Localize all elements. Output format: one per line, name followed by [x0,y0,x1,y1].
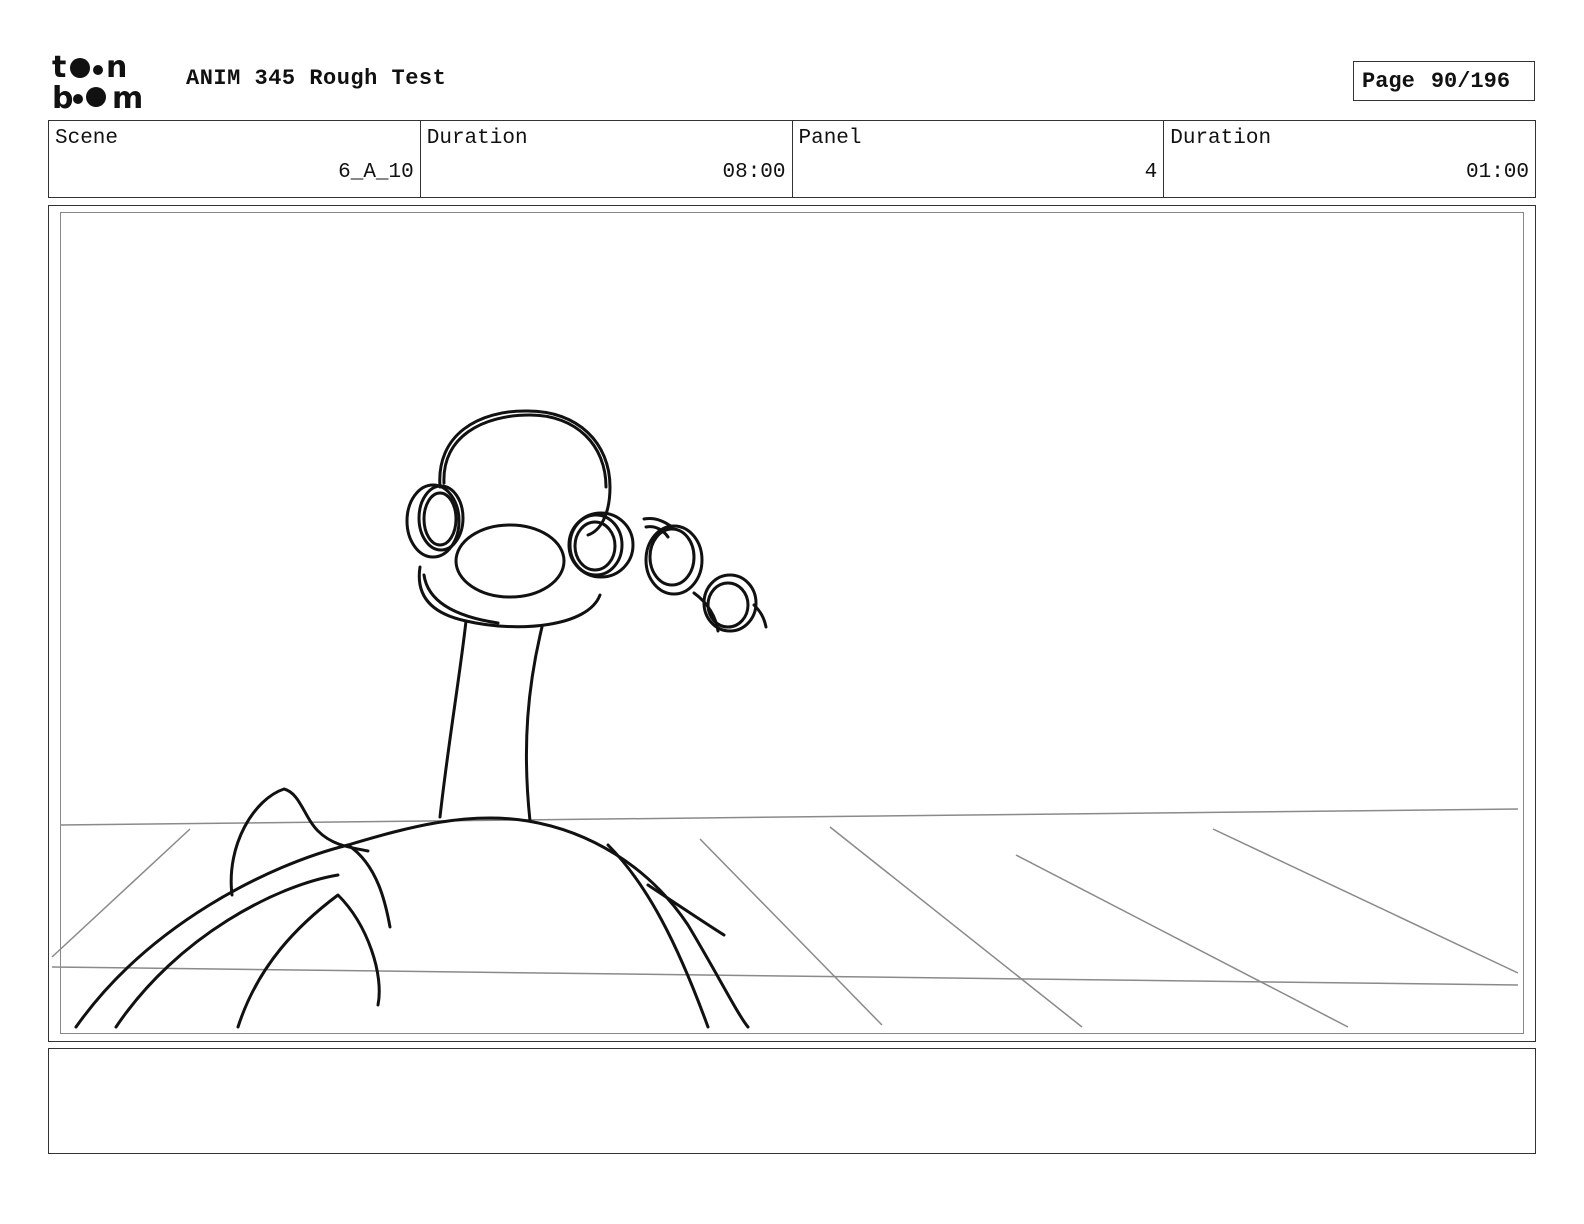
character-sketch [74,409,768,1029]
svg-text:m: m [112,81,143,110]
panel-label: Panel [798,127,862,150]
panel-sketch-drawing [51,409,1519,1029]
page-indicator: Page 90/196 [1353,61,1535,101]
scene-info-table: Scene 6_A_10 Duration 08:00 Panel 4 Dura… [48,120,1536,198]
panel-notes-box[interactable] [48,1048,1536,1154]
scene-cell: Scene 6_A_10 [49,121,421,197]
svg-text:b: b [52,81,73,110]
scene-duration-cell: Duration 08:00 [421,121,793,197]
scene-duration-label: Duration [426,127,528,150]
project-title: ANIM 345 Rough Test [186,66,447,91]
panel-duration-label: Duration [1170,127,1272,150]
page-label: Page [1362,68,1415,94]
panel-value: 4 [1144,161,1158,184]
scene-duration-value: 08:00 [722,161,786,184]
panel-duration-value: 01:00 [1465,161,1529,184]
panel-cell: Panel 4 [793,121,1165,197]
scene-value: 6_A_10 [338,161,414,184]
panel-duration-cell: Duration 01:00 [1164,121,1535,197]
page-number: 90/196 [1430,68,1511,94]
floor-guide-lines [51,808,1519,1028]
scene-label: Scene [55,127,119,150]
toon-boom-logo: t n b m [52,52,143,110]
